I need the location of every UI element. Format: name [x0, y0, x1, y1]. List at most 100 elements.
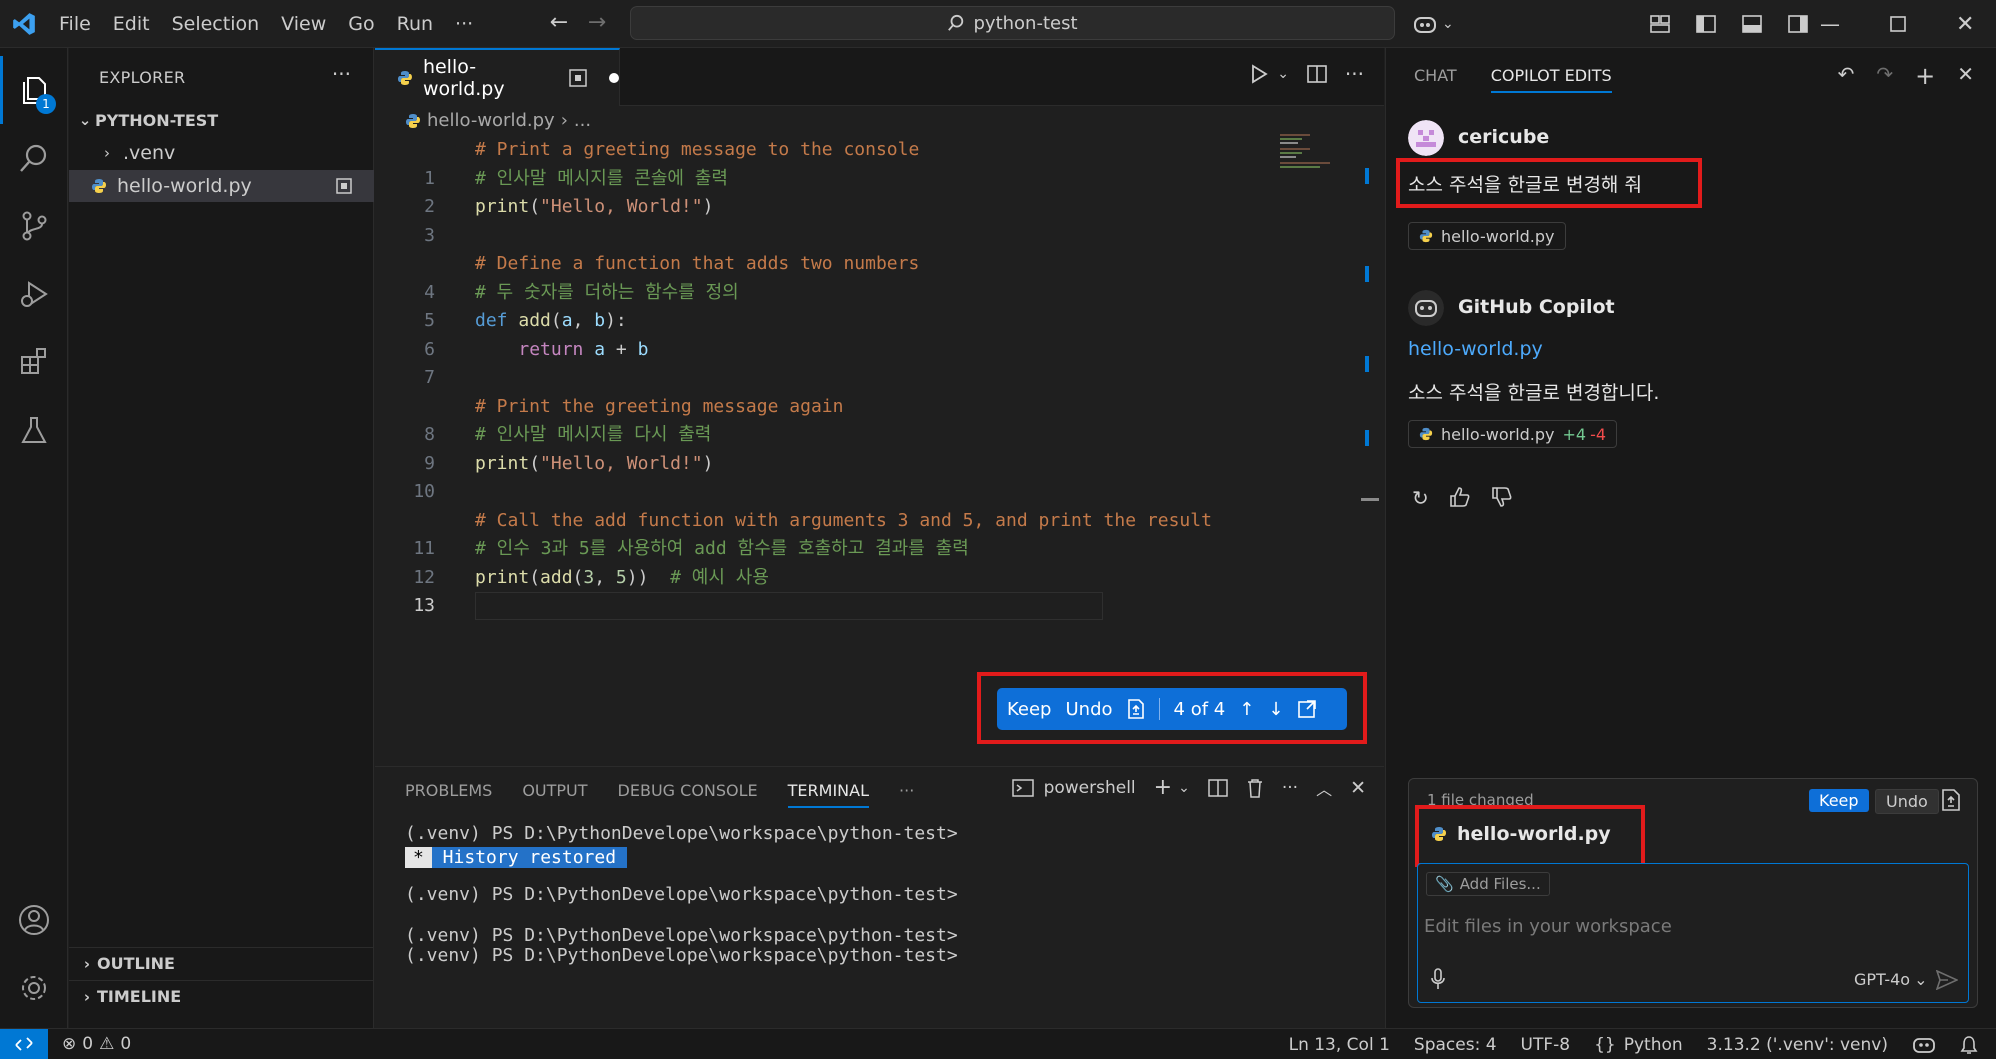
model-picker[interactable]: GPT-4o ⌄: [1854, 970, 1928, 989]
next-change-icon[interactable]: ↓: [1268, 699, 1283, 720]
send-icon[interactable]: [1936, 970, 1958, 990]
command-center-search[interactable]: python-test: [630, 6, 1395, 40]
code-line[interactable]: 10: [375, 478, 1375, 506]
menu-edit[interactable]: Edit: [102, 13, 161, 35]
user-attached-file[interactable]: hello-world.py: [1408, 222, 1566, 250]
chevron-down-icon[interactable]: ⌄: [1178, 780, 1190, 796]
code-line[interactable]: # Print a greeting message to the consol…: [375, 136, 1375, 164]
toggle-panel-icon[interactable]: [1742, 15, 1762, 33]
search-activity[interactable]: [0, 124, 68, 192]
unsaved-dot-icon[interactable]: [609, 73, 619, 83]
python-interpreter[interactable]: 3.13.2 ('.venv': venv): [1707, 1035, 1888, 1055]
code-line[interactable]: # Call the add function with arguments 3…: [375, 507, 1375, 535]
tab-chat[interactable]: CHAT: [1414, 66, 1457, 93]
maximize-icon[interactable]: [1890, 16, 1906, 32]
split-terminal-icon[interactable]: [1208, 778, 1228, 797]
close-panel-icon[interactable]: ✕: [1957, 62, 1974, 90]
code-line[interactable]: 5 def add(a, b):: [375, 307, 1375, 335]
maximize-panel-icon[interactable]: ︿: [1316, 776, 1332, 800]
code-line[interactable]: 8 # 인사말 메시지를 다시 출력: [375, 421, 1375, 449]
thumbs-down-icon[interactable]: [1491, 486, 1513, 508]
terminal-shell-name[interactable]: powershell: [1044, 778, 1136, 798]
open-in-new-editor-icon[interactable]: [1297, 699, 1317, 719]
toggle-secondary-sidebar-icon[interactable]: [1788, 15, 1808, 33]
menu-file[interactable]: File: [48, 13, 102, 35]
problems-status[interactable]: ⊗ 0 ⚠ 0: [62, 1034, 131, 1054]
panel-tabs-more[interactable]: ···: [899, 781, 914, 808]
back-arrow-icon[interactable]: ←: [540, 10, 578, 35]
toggle-primary-sidebar-icon[interactable]: [1696, 15, 1716, 33]
breadcrumb-more[interactable]: ...: [574, 110, 591, 131]
redo-edit-icon[interactable]: ↷: [1876, 62, 1893, 90]
customize-layout-icon[interactable]: [1650, 15, 1670, 33]
code-line[interactable]: 7: [375, 364, 1375, 392]
editor-more-icon[interactable]: ···: [1345, 62, 1364, 86]
source-control-activity[interactable]: [0, 192, 68, 260]
notifications-bell-icon[interactable]: [1960, 1035, 1978, 1055]
code-line[interactable]: 3: [375, 222, 1375, 250]
tab-output[interactable]: OUTPUT: [522, 781, 587, 808]
tab-terminal[interactable]: TERMINAL: [787, 781, 870, 808]
run-debug-activity[interactable]: [0, 260, 68, 328]
trash-icon[interactable]: [1246, 778, 1264, 798]
tab-debug-console[interactable]: DEBUG CONSOLE: [618, 781, 758, 808]
code-line[interactable]: 11 # 인수 3과 5를 사용하여 add 함수를 호출하고 결과를 출력: [375, 535, 1375, 563]
panel-more-icon[interactable]: ···: [1282, 778, 1298, 798]
language-mode[interactable]: {} Python: [1594, 1035, 1683, 1055]
close-panel-icon[interactable]: ✕: [1350, 777, 1366, 799]
code-line[interactable]: 6 return a + b: [375, 336, 1375, 364]
forward-arrow-icon[interactable]: →: [578, 10, 616, 35]
code-line[interactable]: 13: [375, 592, 1375, 620]
menu-view[interactable]: View: [270, 13, 337, 35]
code-line[interactable]: # Print the greeting message again: [375, 393, 1375, 421]
code-line[interactable]: 4 # 두 숫자를 더하는 함수를 정의: [375, 279, 1375, 307]
split-editor-icon[interactable]: [1307, 64, 1327, 84]
previous-change-icon[interactable]: ↑: [1239, 699, 1254, 720]
copilot-menu-button[interactable]: ⌄: [1412, 0, 1454, 48]
thumbs-up-icon[interactable]: [1449, 486, 1471, 508]
code-line[interactable]: 12 print(add(3, 5)) # 예시 사용: [375, 564, 1375, 592]
remote-indicator[interactable]: [0, 1028, 48, 1059]
new-terminal-icon[interactable]: +: [1154, 775, 1172, 800]
tree-item-hello-world[interactable]: hello-world.py: [69, 170, 374, 202]
code-line[interactable]: 2 print("Hello, World!"): [375, 193, 1375, 221]
testing-activity[interactable]: [0, 396, 68, 464]
menu-more[interactable]: ···: [444, 13, 484, 35]
copilot-status-icon[interactable]: [1912, 1035, 1936, 1055]
menu-go[interactable]: Go: [337, 13, 385, 35]
open-diff-icon[interactable]: [1127, 699, 1145, 719]
menu-selection[interactable]: Selection: [161, 13, 271, 35]
explorer-more-button[interactable]: ···: [332, 62, 351, 86]
undo-button[interactable]: Undo: [1065, 699, 1112, 720]
indentation[interactable]: Spaces: 4: [1414, 1035, 1497, 1055]
microphone-icon[interactable]: [1430, 968, 1446, 990]
extensions-activity[interactable]: [0, 328, 68, 396]
chevron-down-icon[interactable]: ⌄: [1277, 66, 1289, 82]
code-line[interactable]: 1 # 인사말 메시지를 콘솔에 출력: [375, 165, 1375, 193]
manage-activity[interactable]: [0, 954, 68, 1022]
new-edit-session-icon[interactable]: +: [1915, 62, 1935, 90]
encoding[interactable]: UTF-8: [1521, 1035, 1571, 1055]
cursor-position[interactable]: Ln 13, Col 1: [1289, 1035, 1390, 1055]
explorer-activity[interactable]: 1: [0, 56, 68, 124]
timeline-section[interactable]: › TIMELINE: [69, 980, 374, 1012]
tab-hello-world[interactable]: hello-world.py: [375, 48, 620, 106]
folder-root[interactable]: ⌄ PYTHON-TEST: [69, 104, 374, 136]
tree-item-venv[interactable]: › .venv: [69, 137, 374, 169]
keep-all-button[interactable]: Keep: [1809, 789, 1869, 812]
menu-run[interactable]: Run: [386, 13, 444, 35]
bot-edited-file[interactable]: hello-world.py +4 -4: [1408, 420, 1618, 448]
tab-problems[interactable]: PROBLEMS: [405, 781, 492, 808]
open-diff-icon[interactable]: [1941, 789, 1961, 811]
run-python-icon[interactable]: [1249, 64, 1269, 84]
code-line[interactable]: # Define a function that adds two number…: [375, 250, 1375, 278]
bot-file-link[interactable]: hello-world.py: [1408, 338, 1543, 360]
code-line[interactable]: 9 print("Hello, World!"): [375, 450, 1375, 478]
add-files-button[interactable]: 📎 Add Files...: [1426, 872, 1550, 896]
changed-file-row[interactable]: hello-world.py: [1431, 823, 1611, 845]
close-window-icon[interactable]: ✕: [1956, 12, 1974, 37]
outline-section[interactable]: › OUTLINE: [69, 947, 374, 979]
breadcrumb-file[interactable]: hello-world.py: [427, 110, 555, 131]
accounts-activity[interactable]: [0, 886, 68, 954]
undo-all-button[interactable]: Undo: [1875, 789, 1939, 814]
